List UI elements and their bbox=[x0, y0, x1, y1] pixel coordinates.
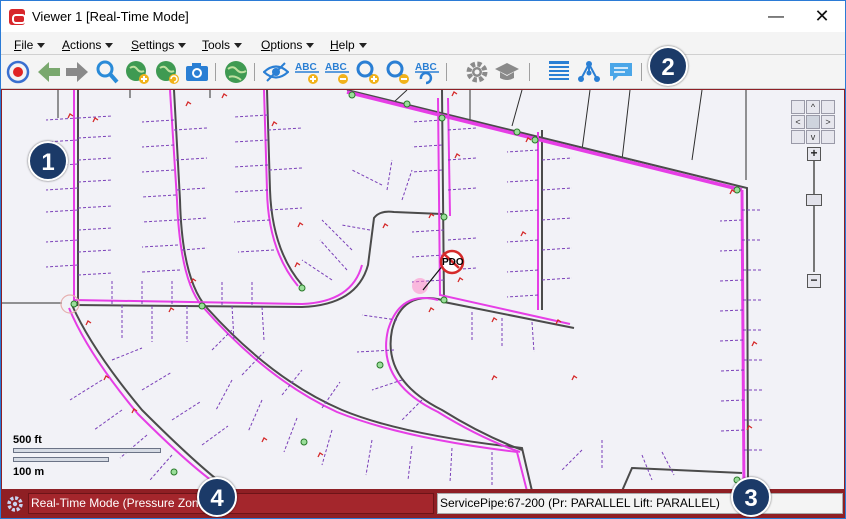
toolbar-separator bbox=[641, 63, 642, 81]
viewer-window: Viewer 1 [Real-Time Mode] — ✕ File Actio… bbox=[0, 0, 846, 519]
scale-meters-bar bbox=[13, 457, 109, 462]
menu-tools[interactable]: Tools bbox=[202, 38, 243, 52]
toolbar-separator bbox=[446, 63, 447, 81]
callout-badge-2: 2 bbox=[648, 46, 688, 86]
pan-down-button[interactable]: v bbox=[806, 130, 820, 144]
network-icon[interactable] bbox=[576, 59, 602, 85]
globe-icon[interactable] bbox=[223, 59, 249, 85]
junction-nodes bbox=[70, 91, 741, 484]
menu-options-rest: ptions bbox=[270, 38, 303, 52]
pan-center-button[interactable] bbox=[806, 115, 820, 129]
zoom-out-icon[interactable] bbox=[384, 59, 410, 85]
menu-tools-rest: ools bbox=[208, 38, 231, 52]
label-refresh-icon[interactable]: ABC bbox=[414, 59, 440, 85]
record-icon[interactable] bbox=[5, 59, 31, 85]
chevron-down-icon bbox=[234, 43, 243, 49]
eye-icon[interactable] bbox=[263, 59, 289, 85]
toolbar-separator bbox=[254, 63, 255, 81]
callout-badge-1: 1 bbox=[28, 141, 68, 181]
chevron-down-icon bbox=[306, 43, 315, 49]
map-network-layer bbox=[2, 90, 762, 489]
chevron-down-icon bbox=[358, 43, 367, 49]
zoom-in-button[interactable]: + bbox=[807, 147, 821, 161]
zoom-slider-track[interactable] bbox=[813, 156, 815, 272]
scale-feet-label: 500 ft bbox=[13, 434, 42, 446]
menu-actions[interactable]: Actions bbox=[62, 38, 114, 52]
callout-badge-4: 4 bbox=[197, 477, 237, 517]
window-title: Viewer 1 [Real-Time Mode] bbox=[32, 9, 189, 24]
status-gear-icon[interactable] bbox=[6, 495, 24, 513]
menu-file-rest: ile bbox=[21, 38, 34, 52]
toolbar-separator bbox=[529, 63, 530, 81]
pan-down-left-button[interactable] bbox=[791, 130, 805, 144]
menu-actions-rest: ctions bbox=[70, 38, 102, 52]
chevron-down-icon bbox=[178, 43, 187, 49]
table-icon[interactable] bbox=[546, 59, 572, 85]
title-bar: Viewer 1 [Real-Time Mode] — ✕ bbox=[1, 1, 845, 32]
pan-right-button[interactable]: > bbox=[821, 115, 835, 129]
minimize-button-hit[interactable] bbox=[753, 1, 799, 32]
menu-settings[interactable]: Settings bbox=[131, 38, 187, 52]
zoom-in-icon[interactable] bbox=[354, 59, 380, 85]
close-button[interactable]: ✕ bbox=[799, 1, 845, 32]
zoom-search-icon[interactable] bbox=[94, 59, 120, 85]
menu-help-rest: elp bbox=[338, 38, 355, 52]
pdo-label: PDO bbox=[442, 257, 464, 268]
status-bar: Real-Time Mode (Pressure Zone) ServicePi… bbox=[1, 490, 845, 518]
label-add-icon[interactable]: ABC bbox=[294, 59, 320, 85]
comment-icon[interactable] bbox=[608, 59, 634, 85]
callout-badge-3: 3 bbox=[731, 477, 771, 517]
menu-options[interactable]: Options bbox=[261, 38, 315, 52]
globe-add-icon[interactable] bbox=[124, 59, 150, 85]
chevron-down-icon bbox=[105, 43, 114, 49]
map-canvas[interactable]: PDO ^ < > v + − 500 ft 100 m 1 bbox=[1, 89, 845, 490]
forward-arrow-icon[interactable] bbox=[64, 59, 90, 85]
toolbar-separator bbox=[215, 63, 216, 81]
app-logo-icon bbox=[9, 9, 26, 25]
parcel-lines bbox=[2, 90, 747, 304]
zoom-out-button[interactable]: − bbox=[807, 274, 821, 288]
back-arrow-icon[interactable] bbox=[36, 59, 62, 85]
gear-icon[interactable] bbox=[464, 59, 490, 85]
pan-up-left-button[interactable] bbox=[791, 100, 805, 114]
toolbar: ABC ABC ABC bbox=[1, 55, 845, 89]
menu-file[interactable]: File bbox=[14, 38, 46, 52]
pan-left-button[interactable]: < bbox=[791, 115, 805, 129]
label-remove-icon[interactable]: ABC bbox=[324, 59, 350, 85]
chevron-down-icon bbox=[37, 43, 46, 49]
map-pan-control: ^ < > v bbox=[791, 100, 835, 144]
globe-refresh-icon[interactable] bbox=[154, 59, 180, 85]
pan-down-right-button[interactable] bbox=[821, 130, 835, 144]
menu-settings-rest: ettings bbox=[139, 38, 175, 52]
zoom-slider-thumb[interactable] bbox=[806, 194, 822, 206]
camera-icon[interactable] bbox=[184, 59, 210, 85]
pan-up-right-button[interactable] bbox=[821, 100, 835, 114]
graduation-cap-icon[interactable] bbox=[494, 59, 520, 85]
status-info-text: ServicePipe:67-200 (Pr: PARALLEL Lift: P… bbox=[437, 493, 843, 514]
pan-up-button[interactable]: ^ bbox=[806, 100, 820, 114]
scale-feet-bar bbox=[13, 448, 161, 453]
hydrant-markers bbox=[67, 91, 758, 458]
menu-help[interactable]: Help bbox=[330, 38, 367, 52]
scale-meters-label: 100 m bbox=[13, 466, 45, 478]
menu-bar: File Actions Settings Tools Options Help bbox=[1, 32, 845, 55]
